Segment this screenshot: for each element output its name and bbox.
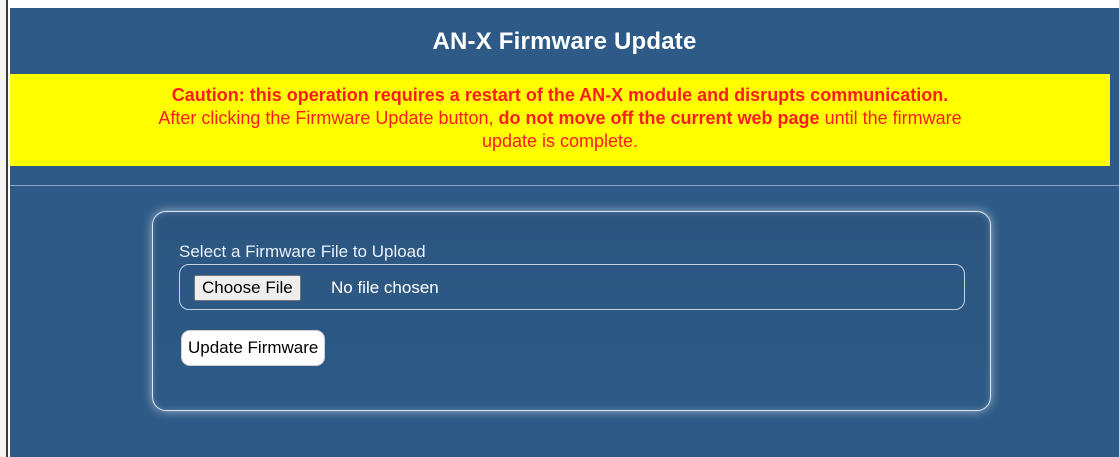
window-left-edge bbox=[0, 0, 8, 457]
caution-instructions-suffix: until the firmware bbox=[819, 108, 962, 128]
file-input-row: Choose File No file chosen bbox=[179, 264, 965, 310]
caution-banner: Caution: this operation requires a resta… bbox=[10, 74, 1110, 166]
browser-page: AN-X Firmware Update Caution: this opera… bbox=[0, 0, 1119, 457]
caution-instructions-prefix: After clicking the Firmware Update butto… bbox=[158, 108, 499, 128]
section-divider bbox=[10, 185, 1119, 186]
caution-heading: Caution: this operation requires a resta… bbox=[171, 85, 949, 105]
page-title: AN-X Firmware Update bbox=[432, 28, 697, 55]
update-firmware-button[interactable]: Update Firmware bbox=[181, 330, 326, 366]
upload-label: Select a Firmware File to Upload bbox=[179, 242, 426, 261]
caution-instructions-emphasis: do not move off the current web page bbox=[498, 108, 820, 128]
file-status-text: No file chosen bbox=[331, 278, 439, 297]
caution-instructions-end: update is complete. bbox=[481, 131, 639, 151]
choose-file-button[interactable]: Choose File bbox=[194, 275, 301, 301]
upload-card: Select a Firmware File to Upload Choose … bbox=[152, 211, 991, 411]
caution-instructions: After clicking the Firmware Update butto… bbox=[10, 107, 1110, 130]
